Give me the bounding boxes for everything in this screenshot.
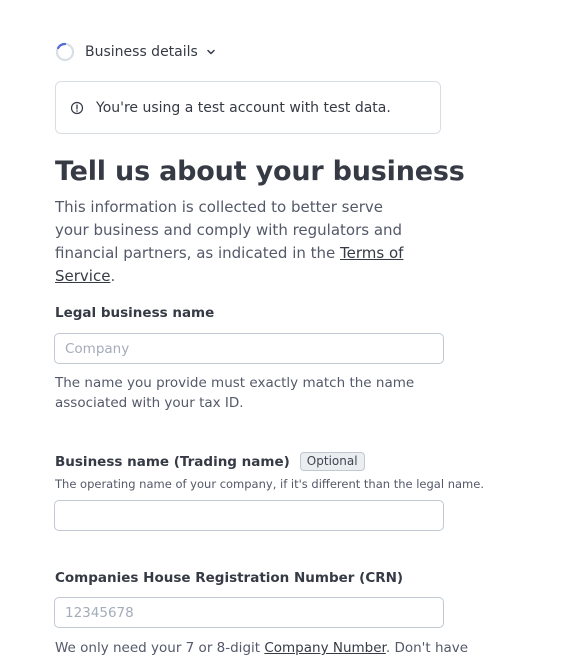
legal-name-help: The name you provide must exactly match …	[55, 375, 415, 411]
step-label: Business details	[85, 44, 198, 60]
trading-name-help: The operating name of your company, if i…	[55, 477, 484, 491]
legal-name-label-text: Legal business name	[55, 305, 215, 321]
onboarding-page: Business details You're using a test acc…	[0, 0, 576, 662]
crn-help-suffix: . Don't have	[385, 640, 469, 656]
progress-ring-icon	[55, 42, 75, 62]
page-title: Tell us about your business	[55, 156, 465, 187]
company-number-link[interactable]: Company Number	[264, 640, 386, 656]
crn-input[interactable]	[54, 597, 444, 628]
test-mode-notice: You're using a test account with test da…	[55, 81, 441, 134]
notice-text: You're using a test account with test da…	[96, 99, 391, 116]
crn-help-prefix: We only need your 7 or 8-digit	[55, 640, 265, 656]
legal-name-label: Legal business name	[55, 305, 214, 321]
intro-end: .	[110, 267, 116, 285]
intro-text: This information is collected to better …	[55, 196, 415, 288]
trading-name-label: Business name (Trading name) Optional	[55, 452, 365, 471]
chevron-down-icon	[207, 49, 215, 55]
trading-name-label-text: Business name (Trading name)	[55, 453, 290, 470]
legal-name-input[interactable]	[54, 333, 444, 364]
info-icon	[70, 101, 84, 114]
step-header[interactable]: Business details	[55, 40, 216, 64]
crn-label-text: Companies House Registration Number (CRN…	[55, 570, 404, 586]
crn-label: Companies House Registration Number (CRN…	[55, 570, 403, 586]
crn-help: We only need your 7 or 8-digit Company N…	[55, 638, 468, 658]
trading-name-input[interactable]	[54, 500, 444, 531]
optional-badge: Optional	[299, 452, 365, 471]
